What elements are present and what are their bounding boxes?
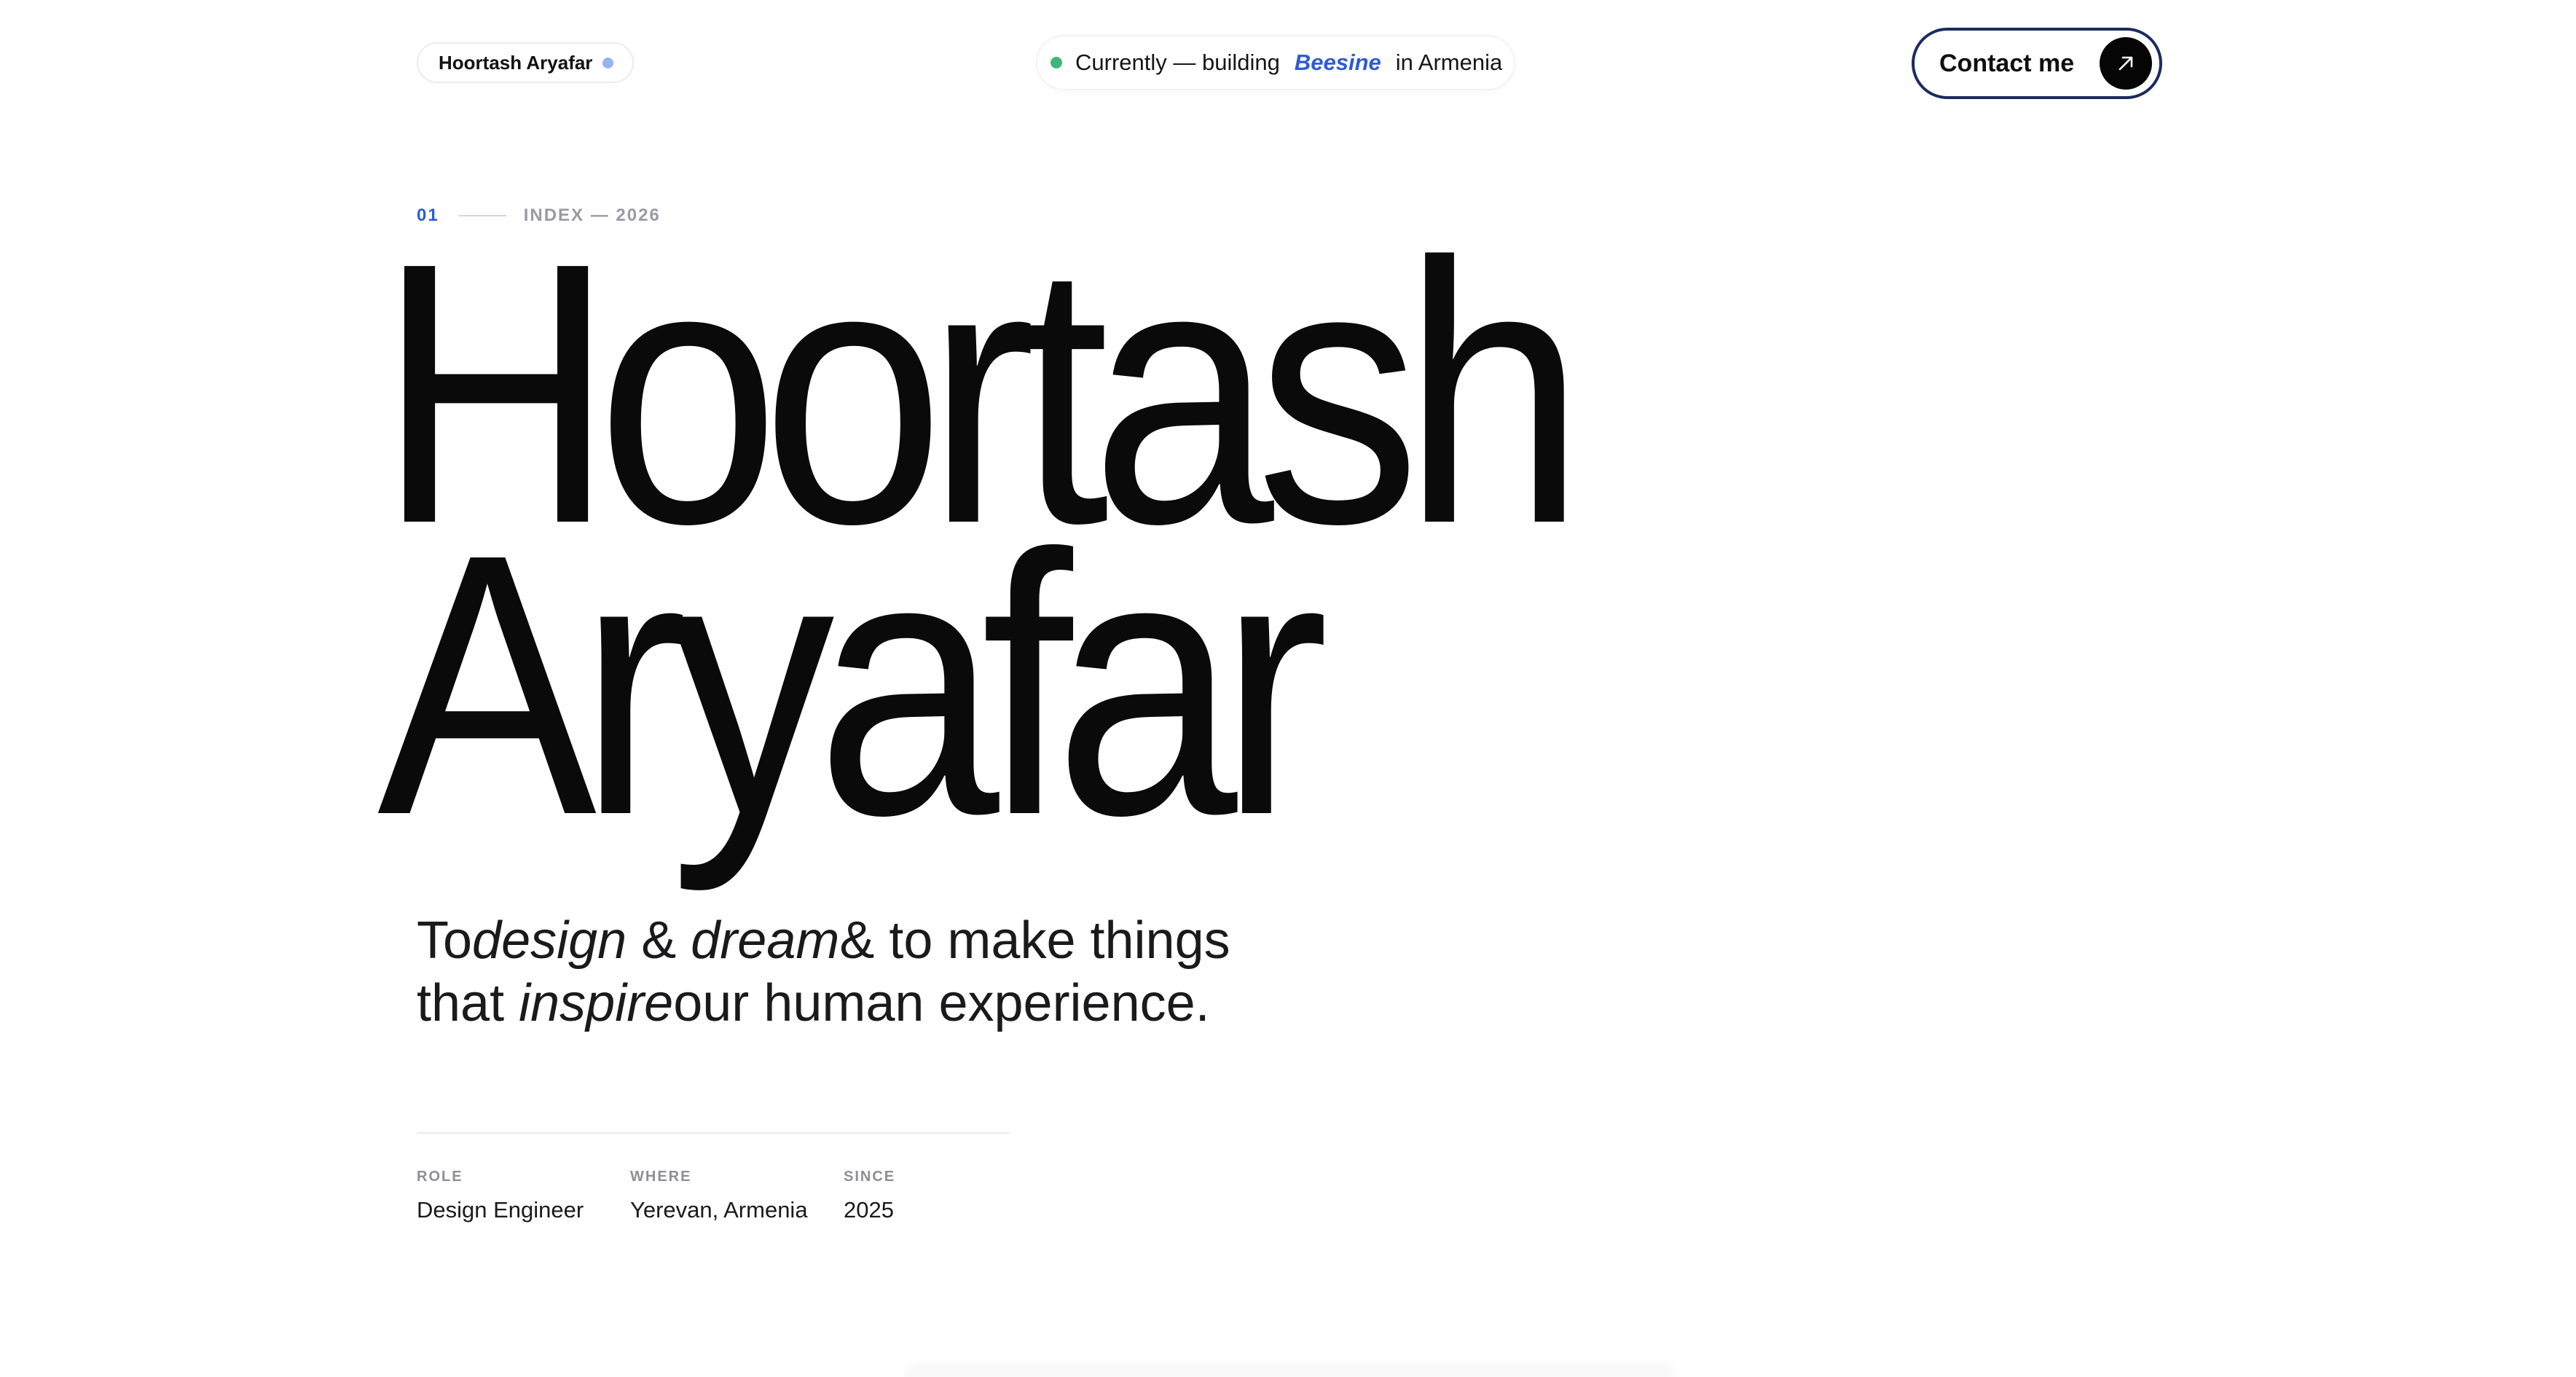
- meta-where: WHERE Yerevan, Armenia: [630, 1169, 808, 1223]
- status-prefix: Currently — building: [1075, 50, 1280, 75]
- meta-where-label: WHERE: [630, 1169, 692, 1185]
- tagline: Todesign & dream& to make things that ins…: [417, 909, 1230, 1035]
- arrow-up-right-icon: [2100, 37, 2152, 90]
- live-status-icon: [1051, 57, 1062, 68]
- meta-since: SINCE 2025: [844, 1169, 895, 1223]
- hero-title: Hoortash Aryafar: [377, 208, 1585, 871]
- meta-role-value: Design Engineer: [417, 1197, 584, 1223]
- status-pill: Currently — building Beesine in Armenia: [1037, 36, 1514, 89]
- tagline-inspire: inspire: [519, 974, 674, 1032]
- bottom-shadow: [903, 1364, 1676, 1377]
- tagline-amp: &: [627, 911, 691, 970]
- name-badge[interactable]: Hoortash Aryafar: [417, 42, 635, 83]
- meta-divider: [417, 1132, 1010, 1134]
- tagline-part3: that: [417, 974, 519, 1032]
- tagline-part4: our human experience.: [673, 974, 1210, 1032]
- meta-where-value: Yerevan, Armenia: [630, 1197, 808, 1223]
- tagline-dream: dream: [691, 911, 840, 970]
- tagline-part2: & to make things: [839, 911, 1230, 970]
- portfolio-page: Hoortash Aryafar Currently — building Be…: [0, 0, 2576, 1377]
- name-badge-label: Hoortash Aryafar: [439, 51, 593, 74]
- meta-role-label: ROLE: [417, 1169, 463, 1185]
- meta-since-value: 2025: [844, 1197, 894, 1223]
- status-project-link[interactable]: Beesine: [1295, 50, 1381, 76]
- tagline-part1: To: [417, 911, 473, 970]
- contact-button-label: Contact me: [1939, 49, 2075, 77]
- tagline-design: design: [472, 911, 627, 970]
- contact-button[interactable]: Contact me: [1912, 28, 2162, 99]
- badge-dot-icon: [602, 57, 614, 68]
- meta-role: ROLE Design Engineer: [417, 1169, 584, 1223]
- meta-since-label: SINCE: [844, 1169, 896, 1185]
- status-suffix: in Armenia: [1395, 50, 1503, 75]
